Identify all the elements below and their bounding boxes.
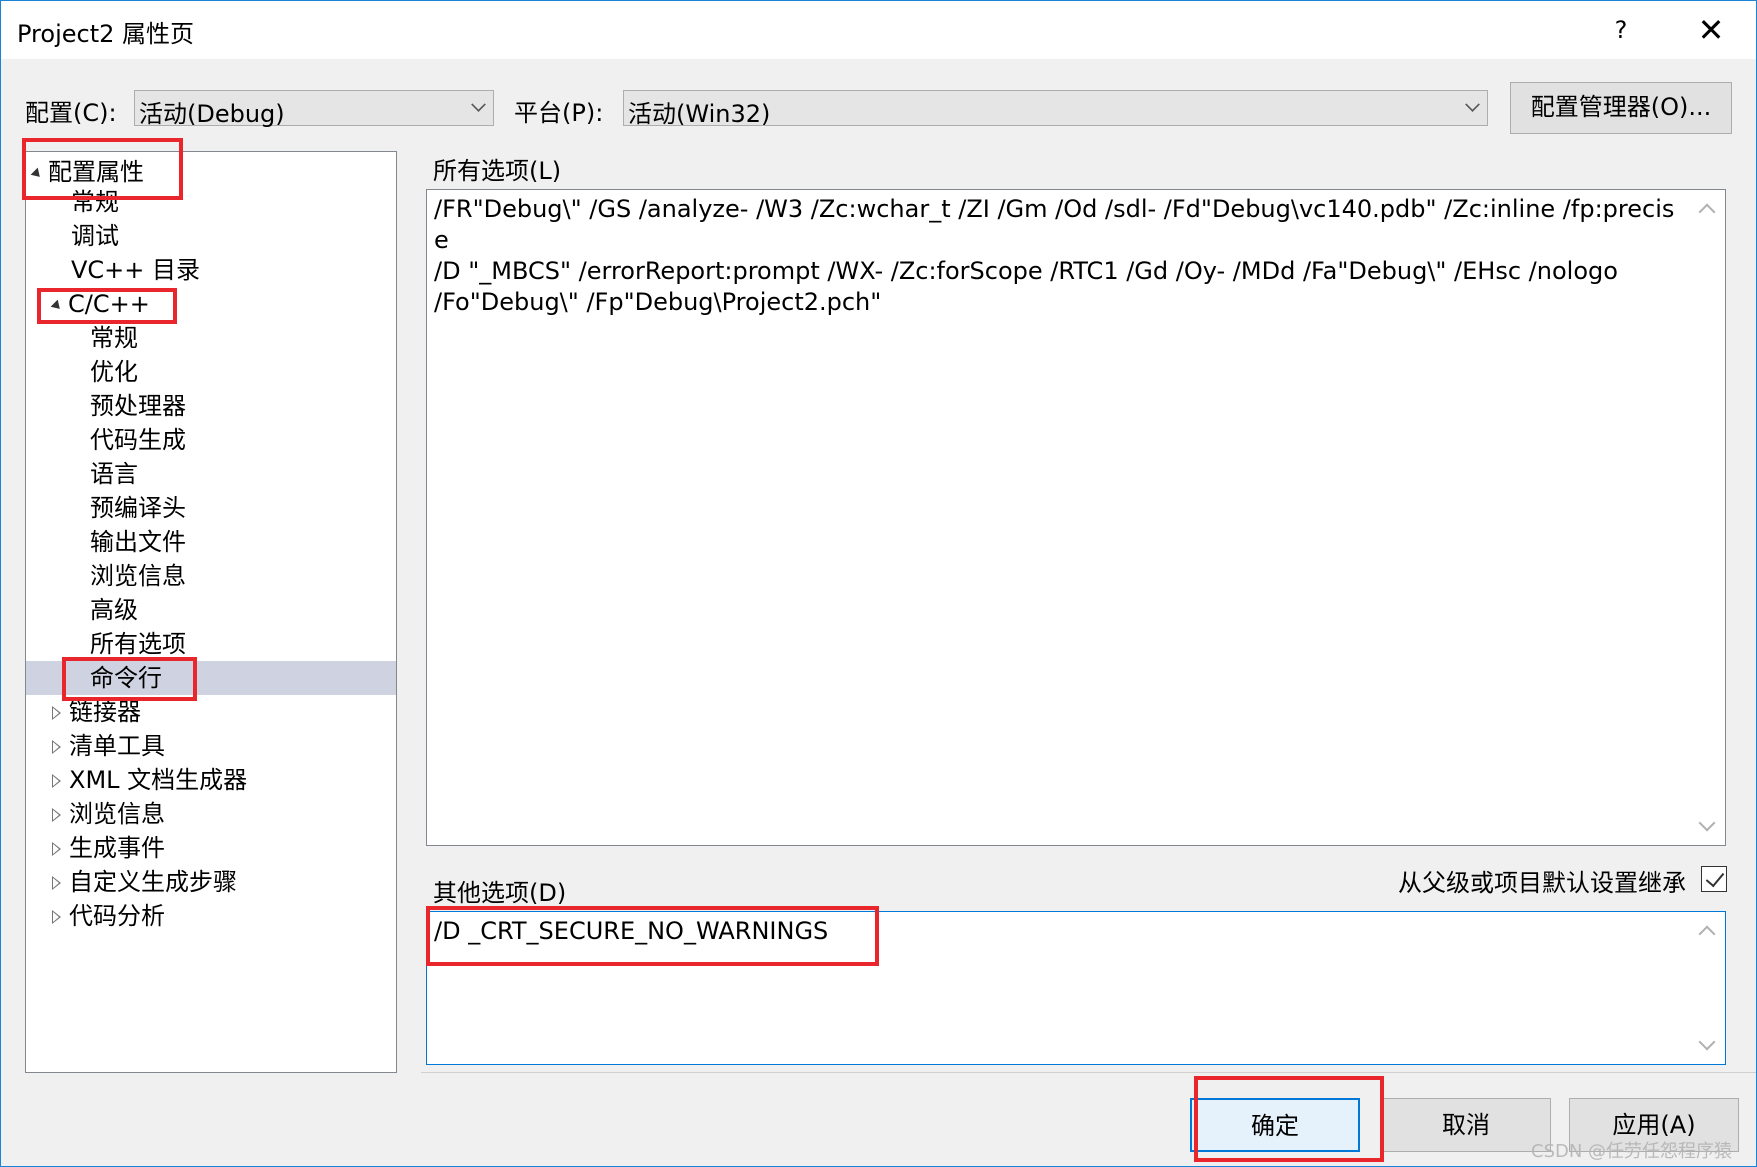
- tree-item-code-analysis[interactable]: 代码分析: [52, 899, 165, 933]
- tree-item-manifest-tool[interactable]: 清单工具: [52, 729, 165, 763]
- tree-item-label: 自定义生成步骤: [69, 868, 237, 896]
- other-options-label: 其他选项(D): [433, 879, 567, 907]
- collapsed-icon: [52, 740, 61, 754]
- tree-item-label: XML 文档生成器: [69, 766, 248, 794]
- other-options-textbox[interactable]: /D _CRT_SECURE_NO_WARNINGS: [426, 911, 1726, 1065]
- scroll-up-icon[interactable]: [1698, 925, 1716, 943]
- config-label: 配置(C):: [25, 99, 117, 127]
- tree-item-debugging[interactable]: 调试: [71, 219, 119, 253]
- tree-item-label: 链接器: [69, 698, 141, 726]
- ok-button[interactable]: 确定: [1190, 1098, 1360, 1152]
- expanded-icon: [30, 167, 44, 181]
- tree-item-linker[interactable]: 链接器: [52, 695, 141, 729]
- tree-item-vc-directories[interactable]: VC++ 目录: [71, 253, 200, 287]
- tree-item-xml-doc-generator[interactable]: XML 文档生成器: [52, 763, 247, 797]
- tree-item-optimization[interactable]: 优化: [90, 355, 138, 389]
- tree-item-cpp-general[interactable]: 常规: [90, 321, 138, 355]
- tree-item-label: C/C++: [68, 290, 150, 318]
- divider: [421, 1072, 1756, 1073]
- tree-item-general[interactable]: 常规: [71, 185, 119, 219]
- close-icon: ✕: [1697, 11, 1725, 49]
- collapsed-icon: [52, 808, 61, 822]
- tree-item-output-files[interactable]: 输出文件: [90, 525, 186, 559]
- tree-item-label: 浏览信息: [69, 800, 165, 828]
- property-tree[interactable]: 配置属性 常规 调试 VC++ 目录 C/C++ 常规 优化 预处理器 代码生成…: [25, 151, 397, 1073]
- all-options-text: /FR"Debug\" /GS /analyze- /W3 /Zc:wchar_…: [434, 195, 1675, 316]
- tree-item-preprocessor[interactable]: 预处理器: [90, 389, 186, 423]
- inherit-checkbox[interactable]: [1701, 866, 1727, 892]
- tree-item-build-events[interactable]: 生成事件: [52, 831, 165, 865]
- tree-item-label: 代码分析: [69, 902, 165, 930]
- collapsed-icon: [52, 910, 61, 924]
- tree-item-config-properties[interactable]: 配置属性: [30, 155, 144, 189]
- all-options-label: 所有选项(L): [433, 157, 562, 185]
- tree-item-code-generation[interactable]: 代码生成: [90, 423, 186, 457]
- collapsed-icon: [52, 774, 61, 788]
- tree-item-command-line[interactable]: 命令行: [26, 661, 396, 695]
- platform-select[interactable]: 活动(Win32): [623, 90, 1488, 128]
- collapsed-icon: [52, 842, 61, 856]
- config-manager-button[interactable]: 配置管理器(O)...: [1510, 82, 1732, 134]
- config-select[interactable]: 活动(Debug): [134, 90, 494, 128]
- tree-item-label: 生成事件: [69, 834, 165, 862]
- tree-item-advanced[interactable]: 高级: [90, 593, 138, 627]
- all-options-textbox[interactable]: /FR"Debug\" /GS /analyze- /W3 /Zc:wchar_…: [426, 189, 1726, 846]
- tree-item-custom-build-step[interactable]: 自定义生成步骤: [52, 865, 237, 899]
- platform-value: 活动(Win32): [628, 100, 771, 128]
- tree-item-label: 清单工具: [69, 732, 165, 760]
- cancel-button[interactable]: 取消: [1381, 1098, 1551, 1152]
- title-bar: Project2 属性页 ? ✕: [1, 1, 1756, 59]
- property-pages-dialog: Project2 属性页 ? ✕ 配置(C): 活动(Debug) 平台(P):…: [0, 0, 1757, 1167]
- tree-item-precompiled-headers[interactable]: 预编译头: [90, 491, 186, 525]
- config-value: 活动(Debug): [139, 100, 285, 128]
- tree-item-label: 配置属性: [48, 158, 144, 186]
- scroll-down-icon[interactable]: [1698, 814, 1716, 832]
- collapsed-icon: [52, 706, 61, 720]
- chevron-down-icon: [1465, 97, 1480, 112]
- window-title: Project2 属性页: [17, 20, 195, 48]
- watermark: CSDN @任劳任怨程序猿: [1531, 1141, 1733, 1162]
- collapsed-icon: [52, 876, 61, 890]
- scroll-down-icon[interactable]: [1698, 1033, 1716, 1051]
- expanded-icon: [50, 299, 64, 313]
- help-button[interactable]: ?: [1591, 11, 1651, 49]
- tree-item-browse-info[interactable]: 浏览信息: [90, 559, 186, 593]
- tree-item-all-options[interactable]: 所有选项: [90, 627, 186, 661]
- tree-item-c-cpp[interactable]: C/C++: [50, 287, 150, 321]
- chevron-down-icon: [471, 97, 486, 112]
- tree-item-language[interactable]: 语言: [90, 457, 138, 491]
- scroll-up-icon[interactable]: [1698, 203, 1716, 221]
- platform-label: 平台(P):: [514, 99, 604, 127]
- close-button[interactable]: ✕: [1681, 11, 1741, 49]
- other-options-text: /D _CRT_SECURE_NO_WARNINGS: [434, 917, 829, 945]
- tree-item-browse-information[interactable]: 浏览信息: [52, 797, 165, 831]
- inherit-label: 从父级或项目默认设置继承: [1398, 869, 1686, 897]
